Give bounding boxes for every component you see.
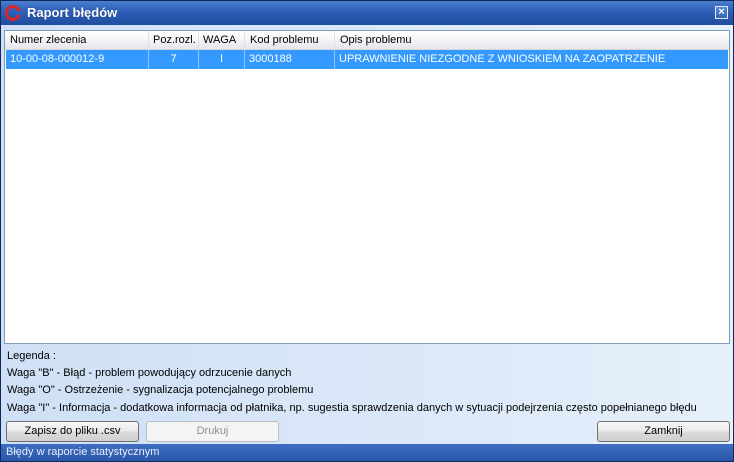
close-button[interactable]: Zamknij <box>597 421 730 442</box>
legend-line-o: Waga "O" - Ostrzeżenie - sygnalizacja po… <box>7 384 314 396</box>
report-window: Raport błędów × Numer zlecenia Poz.rozl.… <box>0 0 734 462</box>
cell-poz-rozl: 7 <box>149 50 199 69</box>
column-header-numer-zlecenia[interactable]: Numer zlecenia <box>5 31 149 49</box>
window-title: Raport błędów <box>27 5 118 20</box>
cell-waga: I <box>199 50 245 69</box>
table-row[interactable]: 10-00-08-000012-9 7 I 3000188 UPRAWNIENI… <box>6 50 728 69</box>
save-csv-button[interactable]: Zapisz do pliku .csv <box>6 421 139 442</box>
legend-line-b: Waga "B" - Błąd - problem powodujący odr… <box>7 367 292 379</box>
column-header-kod-problemu[interactable]: Kod problemu <box>245 31 335 49</box>
close-window-button[interactable]: × <box>715 6 728 19</box>
column-header-poz-rozl[interactable]: Poz.rozl. <box>149 31 199 49</box>
app-logo-icon <box>5 5 21 21</box>
column-header-waga[interactable]: WAGA <box>199 31 245 49</box>
problems-table[interactable]: Numer zlecenia Poz.rozl. WAGA Kod proble… <box>4 30 730 344</box>
cell-opis-problemu: UPRAWNIENIE NIEZGODNE Z WNIOSKIEM NA ZAO… <box>339 53 666 65</box>
print-button[interactable]: Drukuj <box>146 421 279 442</box>
status-bar: Błędy w raporcie statystycznym <box>1 444 733 461</box>
title-bar[interactable]: Raport błędów × <box>1 1 733 25</box>
legend-line-i: Waga "I" - Informacja - dodatkowa inform… <box>7 402 697 414</box>
cell-numer-zlecenia: 10-00-08-000012-9 <box>6 50 149 69</box>
column-header-opis-problemu[interactable]: Opis problemu <box>335 31 729 49</box>
cell-kod-problemu: 3000188 <box>245 50 335 69</box>
close-icon: × <box>718 6 725 18</box>
legend-title: Legenda : <box>7 350 56 362</box>
table-header: Numer zlecenia Poz.rozl. WAGA Kod proble… <box>5 31 729 50</box>
